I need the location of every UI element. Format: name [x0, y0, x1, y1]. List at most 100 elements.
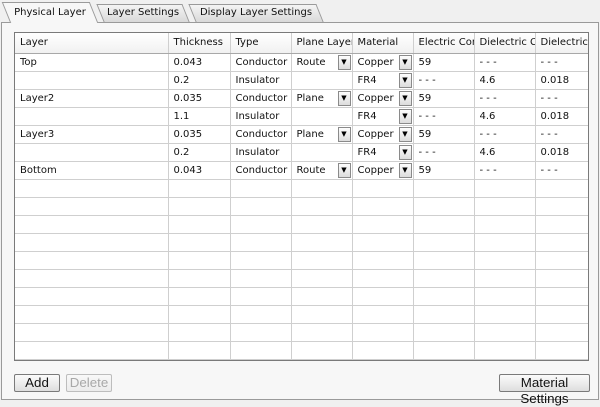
cell-text: Conductor [235, 92, 288, 104]
dielectric-constant-cell[interactable]: 4.6 [474, 107, 536, 126]
chevron-down-icon[interactable]: ▼ [398, 162, 412, 178]
type-cell[interactable]: Conductor [230, 161, 292, 180]
dielectric-constant-cell[interactable]: 4.6 [474, 143, 536, 162]
table-row[interactable]: Layer3 0.035 Conductor Plane ▼ Copper ▼ 59 - - -… [15, 125, 588, 144]
electric-conductivity-cell[interactable]: - - - [413, 107, 475, 126]
chevron-down-icon[interactable]: ▼ [337, 90, 351, 106]
thickness-cell[interactable]: 0.043 [168, 53, 231, 72]
table-row[interactable]: 1.1 Insulator FR4 ▼ - - - 4.6 0.018 [15, 107, 588, 126]
type-cell[interactable]: Conductor [230, 89, 292, 108]
empty-cell [15, 197, 169, 216]
dielectric-constant-cell[interactable]: 4.6 [474, 71, 536, 90]
add-button[interactable]: Add [14, 374, 60, 392]
material-cell[interactable]: FR4 ▼ [352, 143, 414, 162]
plane-layer-cell[interactable]: Route ▼ [291, 53, 353, 72]
electric-conductivity-cell[interactable]: 59 [413, 161, 475, 180]
dielectric-loss-cell[interactable]: 0.018 [535, 107, 588, 126]
chevron-down-icon[interactable]: ▼ [398, 108, 412, 124]
dielectric-loss-cell[interactable]: - - - [535, 161, 588, 180]
tab-layer-settings[interactable]: Layer Settings [96, 4, 190, 22]
material-cell[interactable]: Copper ▼ [352, 89, 414, 108]
chevron-down-icon[interactable]: ▼ [337, 126, 351, 142]
dielectric-loss-cell[interactable]: - - - [535, 125, 588, 144]
delete-button[interactable]: Delete [66, 374, 112, 392]
col-header-electric-conductivity[interactable]: Electric Cond [413, 33, 475, 54]
cell-text: - - - [479, 128, 497, 140]
empty-cell [15, 305, 169, 324]
electric-conductivity-cell[interactable]: 59 [413, 125, 475, 144]
table-row[interactable]: Top 0.043 Conductor Route ▼ Copper ▼ 59 - - - - -… [15, 53, 588, 72]
thickness-cell[interactable]: 0.2 [168, 143, 231, 162]
cell-text: Bottom [20, 164, 57, 176]
type-cell[interactable]: Insulator [230, 107, 292, 126]
material-cell[interactable]: Copper ▼ [352, 53, 414, 72]
material-settings-button[interactable]: Material Settings [499, 374, 590, 406]
layer-cell[interactable]: Bottom [15, 161, 169, 180]
thickness-cell[interactable]: 1.1 [168, 107, 231, 126]
plane-layer-cell[interactable] [291, 107, 353, 126]
table-row[interactable]: Bottom 0.043 Conductor Route ▼ Copper ▼ 59 - - -… [15, 161, 588, 180]
plane-layer-cell[interactable] [291, 71, 353, 90]
plane-layer-cell[interactable]: Plane ▼ [291, 89, 353, 108]
type-cell[interactable]: Conductor [230, 53, 292, 72]
plane-layer-cell[interactable]: Route ▼ [291, 161, 353, 180]
thickness-cell[interactable]: 0.035 [168, 89, 231, 108]
chevron-down-icon[interactable]: ▼ [398, 90, 412, 106]
thickness-cell[interactable]: 0.035 [168, 125, 231, 144]
chevron-down-icon[interactable]: ▼ [398, 144, 412, 160]
chevron-down-icon[interactable]: ▼ [398, 126, 412, 142]
layer-cell[interactable] [15, 107, 169, 126]
plane-layer-cell[interactable] [291, 143, 353, 162]
type-cell[interactable]: Insulator [230, 71, 292, 90]
electric-conductivity-cell[interactable]: - - - [413, 143, 475, 162]
dielectric-constant-cell[interactable]: - - - [474, 89, 536, 108]
electric-conductivity-cell[interactable]: 59 [413, 89, 475, 108]
empty-cell [291, 323, 353, 342]
table-row[interactable]: Layer2 0.035 Conductor Plane ▼ Copper ▼ 59 - - -… [15, 89, 588, 108]
chevron-down-icon[interactable]: ▼ [337, 54, 351, 70]
table-row[interactable]: 0.2 Insulator FR4 ▼ - - - 4.6 0.018 [15, 143, 588, 162]
col-header-plane-layer[interactable]: Plane Layer [291, 33, 353, 54]
dielectric-loss-cell[interactable]: 0.018 [535, 71, 588, 90]
dielectric-constant-cell[interactable]: - - - [474, 161, 536, 180]
dielectric-constant-cell[interactable]: - - - [474, 125, 536, 144]
plane-layer-cell[interactable]: Plane ▼ [291, 125, 353, 144]
dielectric-constant-cell[interactable]: - - - [474, 53, 536, 72]
electric-conductivity-cell[interactable]: 59 [413, 53, 475, 72]
cell-text: 0.035 [173, 128, 203, 140]
col-header-material[interactable]: Material [352, 33, 414, 54]
empty-cell [168, 287, 231, 306]
material-cell[interactable]: FR4 ▼ [352, 71, 414, 90]
empty-cell [168, 251, 231, 270]
layer-cell[interactable]: Top [15, 53, 169, 72]
col-header-dielectric-loss[interactable]: Dielectric L [535, 33, 588, 54]
layer-cell[interactable] [15, 143, 169, 162]
cell-text: - - - [540, 56, 558, 68]
chevron-down-icon[interactable]: ▼ [398, 54, 412, 70]
col-header-dielectric-constant[interactable]: Dielectric Co [474, 33, 536, 54]
thickness-cell[interactable]: 0.043 [168, 161, 231, 180]
thickness-cell[interactable]: 0.2 [168, 71, 231, 90]
col-header-type[interactable]: Type [230, 33, 292, 54]
tab-display-layer-settings[interactable]: Display Layer Settings [188, 4, 324, 22]
material-cell[interactable]: FR4 ▼ [352, 107, 414, 126]
chevron-down-icon[interactable]: ▼ [337, 162, 351, 178]
table-row[interactable]: 0.2 Insulator FR4 ▼ - - - 4.6 0.018 [15, 71, 588, 90]
layer-cell[interactable] [15, 71, 169, 90]
electric-conductivity-cell[interactable]: - - - [413, 71, 475, 90]
dielectric-loss-cell[interactable]: 0.018 [535, 143, 588, 162]
cell-text: 4.6 [479, 146, 496, 158]
type-cell[interactable]: Conductor [230, 125, 292, 144]
layer-cell[interactable]: Layer3 [15, 125, 169, 144]
empty-row [15, 341, 588, 360]
layer-cell[interactable]: Layer2 [15, 89, 169, 108]
col-header-layer[interactable]: Layer [15, 33, 169, 54]
dielectric-loss-cell[interactable]: - - - [535, 89, 588, 108]
type-cell[interactable]: Insulator [230, 143, 292, 162]
material-cell[interactable]: Copper ▼ [352, 161, 414, 180]
chevron-down-icon[interactable]: ▼ [398, 72, 412, 88]
dielectric-loss-cell[interactable]: - - - [535, 53, 588, 72]
tab-physical-layer[interactable]: Physical Layer [1, 2, 99, 23]
col-header-thickness[interactable]: Thickness [168, 33, 231, 54]
material-cell[interactable]: Copper ▼ [352, 125, 414, 144]
